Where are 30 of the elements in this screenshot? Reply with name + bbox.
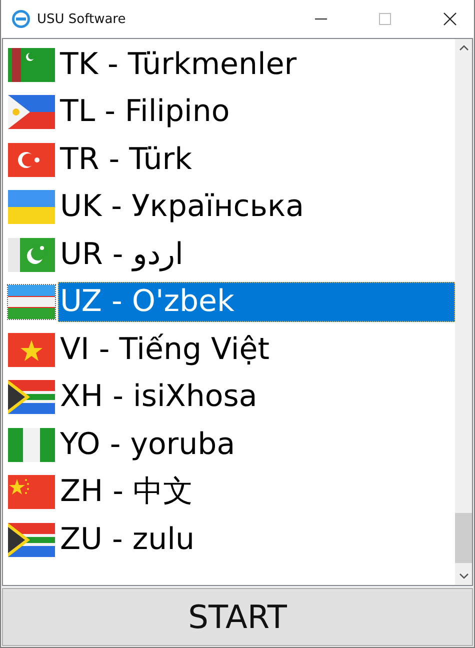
flag-icon	[7, 332, 56, 368]
flag-icon	[7, 46, 56, 83]
language-item[interactable]: ZU - zulu	[58, 520, 455, 560]
language-item[interactable]: ZH - 中文	[58, 472, 455, 512]
language-item[interactable]: TR - Türk	[58, 140, 455, 180]
app-logo-icon	[11, 9, 31, 29]
language-item[interactable]: TK - Türkmenler	[58, 44, 455, 85]
language-item[interactable]: UR - اردو	[58, 234, 455, 275]
language-item[interactable]: UZ - O'zbek	[58, 282, 455, 322]
flag-icon	[7, 426, 56, 463]
window-title: USU Software	[37, 12, 126, 26]
flag-icon	[7, 236, 56, 273]
close-icon[interactable]	[443, 12, 457, 26]
language-item[interactable]: TL - Filipino	[58, 92, 455, 132]
flag-icon	[7, 284, 56, 320]
language-item[interactable]: UK - Українська	[58, 187, 455, 228]
flag-icon	[7, 94, 56, 130]
flag-icon	[7, 189, 56, 226]
language-item[interactable]: VI - Tiếng Việt	[58, 330, 455, 370]
flag-icon	[7, 474, 56, 510]
scrollbar-thumb[interactable]	[455, 513, 472, 563]
flag-icon	[7, 142, 56, 178]
scroll-down-icon[interactable]	[458, 573, 468, 579]
scrollbar[interactable]	[455, 39, 472, 585]
flag-icon	[7, 522, 56, 558]
language-item[interactable]: YO - yoruba	[58, 424, 455, 465]
flag-icon	[7, 379, 56, 416]
scroll-up-icon[interactable]	[458, 45, 468, 51]
language-item[interactable]: XH - isiXhosa	[58, 377, 455, 418]
start-button[interactable]: START	[2, 588, 473, 646]
